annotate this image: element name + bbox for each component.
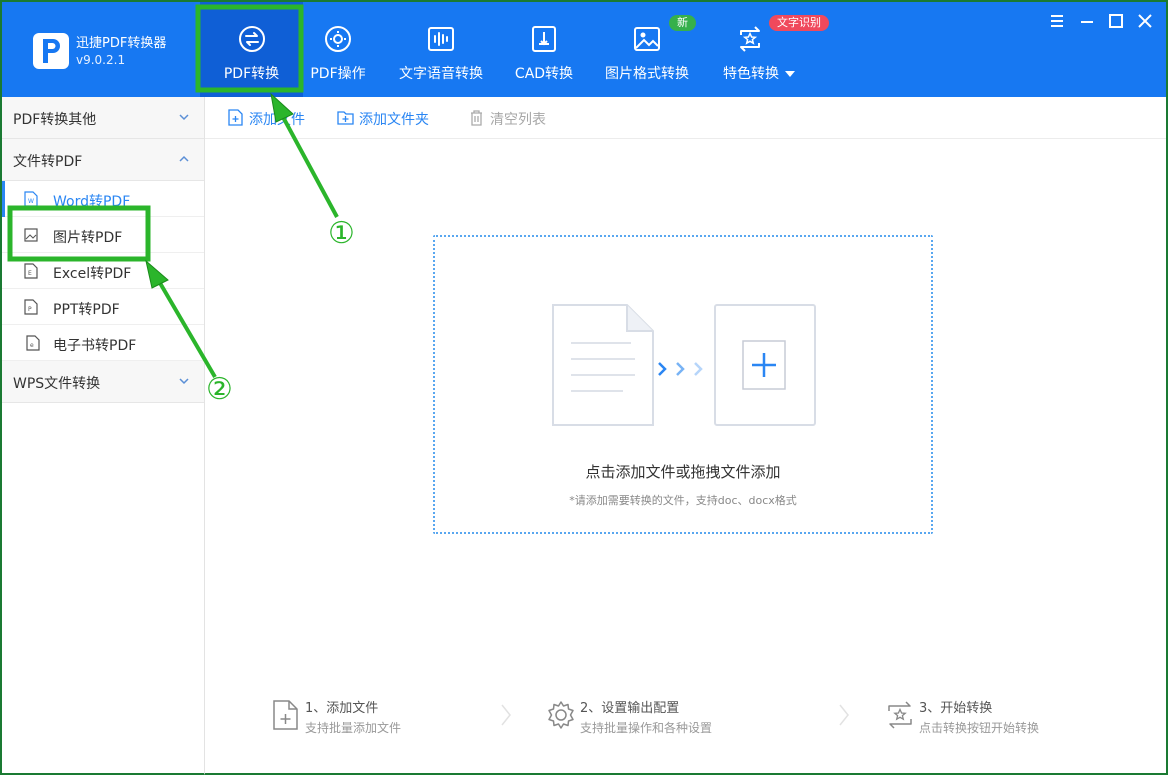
sidebar-item-ppt-to-pdf[interactable]: P PPT转PDF [2, 289, 204, 325]
sidebar-item-image-to-pdf[interactable]: 图片转PDF [2, 217, 204, 253]
group-label: WPS文件转换 [13, 376, 101, 392]
start-convert-icon [888, 701, 912, 729]
sidebar: PDF转换其他 文件转PDF W Word转PDF 图片转PDF E Excel… [0, 97, 205, 775]
maximize-icon[interactable] [1107, 12, 1125, 30]
item-label: Excel转PDF [53, 266, 132, 282]
image-file-icon [24, 228, 38, 242]
image-icon [634, 27, 660, 51]
add-folder-label: 添加文件夹 [359, 112, 429, 128]
dropzone-subtitle: *请添加需要转换的文件，支持doc、docx格式 [569, 494, 797, 507]
step-subtitle: 点击转换按钮开始转换 [919, 721, 1040, 735]
main-panel: 添加文件 添加文件夹 清空列表 点击添加文件或拖拽文件添加 *请添加需要转换的文… [205, 97, 1168, 775]
sidebar-item-word-to-pdf[interactable]: W Word转PDF [2, 181, 204, 217]
settings-gear-icon [548, 701, 574, 729]
add-file-label: 添加文件 [249, 112, 305, 128]
app-name: 迅捷PDF转换器 [76, 36, 167, 51]
tab-label-wrap: 特色转换 [715, 63, 803, 83]
sidebar-group-pdf-other[interactable]: PDF转换其他 [2, 97, 204, 139]
step-output-settings: 2、设置输出配置 支持批量操作和各种设置 [546, 697, 776, 737]
caret-down-icon [785, 71, 795, 77]
audio-wave-icon [428, 27, 454, 51]
step-title: 1、添加文件 [305, 701, 379, 716]
convert-icon [238, 26, 265, 52]
file-dropzone[interactable]: 点击添加文件或拖拽文件添加 *请添加需要转换的文件，支持doc、docx格式 [433, 235, 933, 534]
toolbar: 添加文件 添加文件夹 清空列表 [205, 97, 1166, 139]
add-file-icon [228, 109, 243, 126]
item-label: 图片转PDF [53, 230, 123, 246]
menu-icon[interactable] [1048, 12, 1066, 30]
tab-label: CAD转换 [514, 66, 574, 82]
file-to-add-illustration-icon [552, 304, 816, 426]
step-title: 2、设置输出配置 [580, 701, 680, 716]
clear-list-label: 清空列表 [490, 112, 546, 128]
pdf-logo-icon [43, 39, 60, 63]
tab-pdf-operate[interactable]: PDF操作 [303, 2, 373, 97]
chevron-right-icon [501, 704, 511, 726]
step-subtitle: 支持批量操作和各种设置 [580, 721, 713, 735]
tab-label: 文字语音转换 [399, 66, 483, 82]
tab-pdf-convert[interactable]: PDF转换 [200, 2, 303, 97]
svg-text:W: W [28, 198, 34, 205]
svg-text:P: P [28, 306, 32, 313]
excel-file-icon: E [24, 263, 38, 279]
chevron-up-icon [179, 155, 189, 162]
add-folder-button[interactable]: 添加文件夹 [337, 108, 447, 128]
item-label: 电子书转PDF [53, 338, 137, 354]
chevron-right-icon [839, 704, 849, 726]
new-badge: 新 [669, 15, 696, 31]
close-icon[interactable] [1136, 12, 1154, 30]
tab-label: 图片格式转换 [605, 66, 689, 82]
trash-icon [471, 110, 482, 126]
svg-text:e: e [30, 342, 34, 349]
title-bar: 迅捷PDF转换器 v9.0.2.1 PDF转换 PDF操作 文字语音转换 CAD… [0, 0, 1168, 97]
chevron-down-icon [179, 114, 189, 121]
sidebar-item-ebook-to-pdf[interactable]: e 电子书转PDF [2, 325, 204, 361]
pdf-operate-icon [325, 26, 351, 52]
step-title: 3、开始转换 [919, 701, 993, 716]
step-add-file: 1、添加文件 支持批量添加文件 [271, 697, 471, 737]
item-label: Word转PDF [53, 194, 131, 210]
item-label: PPT转PDF [53, 302, 120, 318]
word-file-icon: W [24, 191, 38, 207]
special-convert-icon [740, 26, 760, 52]
minimize-icon[interactable] [1078, 12, 1096, 30]
chevron-down-icon [179, 378, 189, 385]
annotation-marker-2: ② [206, 372, 233, 407]
tab-label: 特色转换 [723, 66, 779, 82]
tab-cad-convert[interactable]: CAD转换 [508, 2, 580, 97]
svg-text:E: E [28, 270, 32, 277]
step-subtitle: 支持批量添加文件 [305, 721, 402, 735]
step-start-convert: 3、开始转换 点击转换按钮开始转换 [885, 697, 1085, 737]
dropzone-title: 点击添加文件或拖拽文件添加 [585, 463, 781, 481]
sidebar-item-excel-to-pdf[interactable]: E Excel转PDF [2, 253, 204, 289]
tab-label: PDF操作 [310, 66, 366, 82]
ocr-badge[interactable]: 文字识别 [769, 15, 829, 31]
ebook-file-icon: e [26, 335, 40, 351]
add-folder-icon [337, 111, 354, 125]
add-file-button[interactable]: 添加文件 [227, 108, 317, 128]
group-label: PDF转换其他 [13, 112, 97, 128]
app-logo [33, 33, 69, 69]
cad-icon [532, 26, 556, 52]
sidebar-group-wps[interactable]: WPS文件转换 [2, 361, 204, 403]
add-file-icon [273, 700, 298, 730]
clear-list-button[interactable]: 清空列表 [468, 108, 558, 128]
ppt-file-icon: P [24, 299, 38, 315]
app-version: v9.0.2.1 [76, 53, 126, 67]
group-label: 文件转PDF [13, 154, 83, 170]
sidebar-group-file-to-pdf[interactable]: 文件转PDF [2, 139, 204, 181]
tab-text-speech[interactable]: 文字语音转换 [395, 2, 487, 97]
annotation-marker-1: ① [328, 216, 355, 251]
tab-label: PDF转换 [223, 66, 280, 82]
